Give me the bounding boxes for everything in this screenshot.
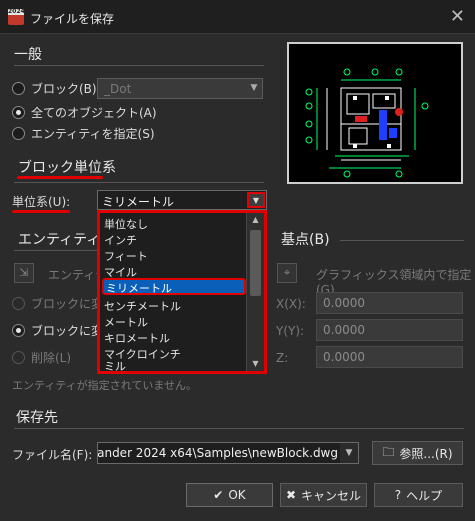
- radio-all-objects-label: 全てのオブジェクト(A): [31, 105, 157, 120]
- block-combo: _Dot ▼: [97, 78, 263, 99]
- list-item[interactable]: フィート: [104, 248, 148, 264]
- entity-status-text: エンティティが指定されていません。: [12, 379, 198, 392]
- radio-button[interactable]: [12, 296, 25, 310]
- ok-button[interactable]: ✔ OK: [186, 483, 273, 507]
- divider: [14, 250, 98, 251]
- z-input[interactable]: 0.0000: [316, 346, 463, 368]
- section-entities-heading: エンティティ: [18, 232, 101, 248]
- ok-button-label: OK: [228, 488, 246, 502]
- browse-button[interactable]: 🗀 参照...(R): [372, 441, 463, 465]
- divider: [14, 428, 464, 429]
- help-icon: ?: [394, 488, 402, 502]
- help-button[interactable]: ? ヘルプ: [374, 483, 463, 507]
- scroll-thumb[interactable]: [250, 230, 261, 296]
- list-item[interactable]: ミル: [104, 362, 126, 371]
- radio-block[interactable]: ブロック(B):: [12, 79, 101, 97]
- help-button-label: ヘルプ: [406, 488, 443, 503]
- drawing-preview-image: [305, 68, 429, 178]
- z-label: Z:: [276, 351, 289, 365]
- chevron-down-icon[interactable]: ▼: [340, 443, 358, 463]
- list-item[interactable]: インチ: [104, 232, 137, 248]
- list-item[interactable]: キロメートル: [104, 330, 170, 346]
- chevron-down-icon[interactable]: ▼: [247, 192, 265, 208]
- unit-label: 単位系(U):: [12, 195, 71, 209]
- chevron-down-icon: ▼: [250, 83, 258, 93]
- y-input[interactable]: 0.0000: [316, 319, 463, 341]
- select-entities-icon[interactable]: ⇲: [14, 263, 34, 283]
- close-icon[interactable]: ✕: [450, 6, 465, 27]
- window-title: ファイルを保存: [30, 12, 115, 26]
- radio-button[interactable]: [12, 323, 25, 337]
- cancel-button-label: キャンセル: [301, 488, 362, 503]
- divider: [14, 182, 264, 183]
- checkmark-icon: ✔: [213, 488, 224, 502]
- divider: [340, 240, 464, 241]
- unit-dropdown-list[interactable]: 単位なし インチ フィート マイル ミリメートル センチメートル メートル キロ…: [97, 210, 267, 374]
- list-item-selected[interactable]: ミリメートル: [102, 278, 246, 295]
- highlight-underline: [17, 176, 103, 179]
- section-block-units-heading: ブロック単位系: [18, 160, 116, 176]
- file-name-select[interactable]: C:\Program Files\Commander 2024 x64\Samp…: [97, 442, 359, 464]
- section-destination-heading: 保存先: [16, 410, 58, 426]
- unit-select[interactable]: ミリメートル ▼: [97, 190, 267, 210]
- title-bar: 2024 ファイルを保存 ✕: [0, 0, 475, 34]
- file-name-value: C:\Program Files\Commander 2024 x64\Samp…: [97, 446, 338, 460]
- cancel-button[interactable]: ✖ キャンセル: [280, 483, 367, 507]
- radio-delete-label: 削除(L): [31, 350, 72, 365]
- radio-block-label: ブロック(B):: [31, 81, 101, 96]
- radio-all-objects[interactable]: 全てのオブジェクト(A): [12, 103, 157, 121]
- radio-delete[interactable]: 削除(L): [12, 348, 71, 366]
- highlight-underline: [12, 210, 70, 213]
- dropdown-scrollbar[interactable]: ▲ ▼: [246, 213, 264, 371]
- folder-icon: 🗀: [382, 444, 395, 459]
- unit-select-value: ミリメートル: [102, 195, 175, 209]
- scroll-down-icon[interactable]: ▼: [247, 357, 264, 371]
- radio-button[interactable]: [12, 126, 25, 140]
- file-name-label: ファイル名(F):: [12, 448, 93, 462]
- list-item[interactable]: メートル: [104, 314, 148, 330]
- close-icon: ✖: [285, 488, 297, 502]
- list-item[interactable]: マイクロインチ: [104, 346, 181, 362]
- block-preview: [287, 42, 463, 184]
- radio-button[interactable]: [12, 81, 25, 95]
- radio-button[interactable]: [12, 105, 25, 119]
- radio-button[interactable]: [12, 350, 25, 364]
- x-input[interactable]: 0.0000: [316, 292, 463, 314]
- radio-select-entities[interactable]: エンティティを指定(S): [12, 124, 155, 142]
- section-general-heading: 一般: [14, 47, 42, 63]
- pick-point-icon[interactable]: ⌖: [277, 263, 297, 283]
- section-basepoint-heading: 基点(B): [281, 232, 330, 248]
- divider: [14, 65, 264, 66]
- radio-select-entities-label: エンティティを指定(S): [31, 126, 155, 141]
- browse-button-label: 参照...(R): [399, 446, 453, 461]
- y-label: Y(Y):: [276, 324, 305, 338]
- x-label: X(X):: [276, 297, 306, 311]
- list-item[interactable]: 単位なし: [104, 216, 148, 232]
- app-logo-icon: 2024: [8, 8, 25, 25]
- scroll-up-icon[interactable]: ▲: [247, 213, 264, 227]
- list-item[interactable]: センチメートル: [104, 298, 181, 314]
- block-combo-value: _Dot: [104, 82, 132, 96]
